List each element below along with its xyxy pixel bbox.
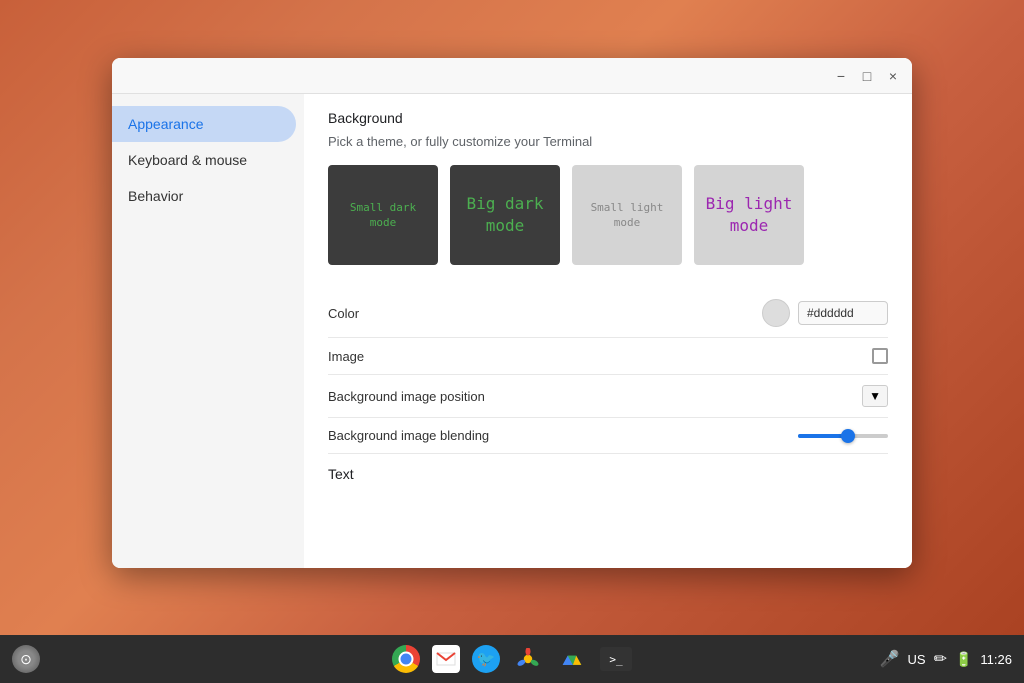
color-input[interactable] bbox=[798, 301, 888, 325]
select-arrow-icon: ▼ bbox=[869, 389, 881, 403]
theme-big-dark[interactable]: Big darkmode bbox=[450, 165, 560, 265]
maximize-button[interactable]: □ bbox=[856, 65, 878, 87]
battery-icon[interactable]: 🔋 bbox=[955, 651, 972, 668]
theme-small-light-label: Small lightmode bbox=[591, 200, 664, 231]
image-row: Image bbox=[328, 338, 888, 375]
theme-small-light[interactable]: Small lightmode bbox=[572, 165, 682, 265]
pencil-icon[interactable]: ✏ bbox=[934, 649, 947, 669]
gmail-icon[interactable] bbox=[432, 645, 460, 673]
theme-small-dark[interactable]: Small darkmode bbox=[328, 165, 438, 265]
chrome-icon[interactable] bbox=[392, 645, 420, 673]
background-section-title: Background bbox=[328, 110, 888, 126]
launcher-dot: ⊙ bbox=[20, 651, 32, 668]
blending-slider[interactable] bbox=[798, 434, 888, 438]
bg-image-position-row: Background image position ▼ bbox=[328, 375, 888, 418]
sidebar: Appearance Keyboard & mouse Behavior bbox=[112, 94, 304, 568]
image-checkbox[interactable] bbox=[872, 348, 888, 364]
slider-track bbox=[798, 434, 888, 438]
settings-window: − □ × Appearance Keyboard & mouse Behavi… bbox=[112, 58, 912, 568]
color-label: Color bbox=[328, 306, 762, 321]
clock-text: 11:26 bbox=[980, 652, 1012, 667]
theme-cards-container: Small darkmode Big darkmode Small lightm… bbox=[328, 165, 888, 265]
color-control bbox=[762, 299, 888, 327]
text-section-title: Text bbox=[328, 466, 888, 482]
bg-image-blending-row: Background image blending bbox=[328, 418, 888, 454]
bg-image-blending-control bbox=[798, 434, 888, 438]
bg-image-blending-label: Background image blending bbox=[328, 428, 798, 443]
sidebar-item-keyboard-mouse[interactable]: Keyboard & mouse bbox=[112, 142, 296, 178]
sidebar-item-appearance[interactable]: Appearance bbox=[112, 106, 296, 142]
photos-icon[interactable] bbox=[512, 643, 544, 675]
color-row: Color bbox=[328, 289, 888, 338]
sidebar-item-behavior-label: Behavior bbox=[128, 188, 183, 204]
image-control bbox=[872, 348, 888, 364]
twitter-icon[interactable]: 🐦 bbox=[472, 645, 500, 673]
content-area: Background Pick a theme, or fully custom… bbox=[304, 94, 912, 568]
sidebar-item-behavior[interactable]: Behavior bbox=[112, 178, 296, 214]
window-body: Appearance Keyboard & mouse Behavior Bac… bbox=[112, 94, 912, 568]
locale-text[interactable]: US bbox=[908, 652, 926, 667]
bg-image-position-select[interactable]: ▼ bbox=[862, 385, 888, 407]
slider-thumb[interactable] bbox=[841, 429, 855, 443]
bg-image-position-label: Background image position bbox=[328, 389, 862, 404]
terminal-label: >_ bbox=[609, 653, 622, 666]
image-label: Image bbox=[328, 349, 872, 364]
bg-image-position-control: ▼ bbox=[862, 385, 888, 407]
sidebar-item-appearance-label: Appearance bbox=[128, 116, 204, 132]
window-titlebar: − □ × bbox=[112, 58, 912, 94]
close-button[interactable]: × bbox=[882, 65, 904, 87]
taskbar-center: 🐦 >_ bbox=[392, 643, 632, 675]
theme-big-dark-label: Big darkmode bbox=[466, 193, 543, 238]
taskbar-left: ⊙ bbox=[12, 645, 40, 673]
theme-big-light[interactable]: Big lightmode bbox=[694, 165, 804, 265]
drive-icon[interactable] bbox=[556, 643, 588, 675]
twitter-bird: 🐦 bbox=[477, 650, 496, 668]
background-subtitle: Pick a theme, or fully customize your Te… bbox=[328, 134, 888, 149]
taskbar: ⊙ 🐦 bbox=[0, 635, 1024, 683]
theme-small-dark-label: Small darkmode bbox=[350, 200, 416, 231]
taskbar-right: 🎤 US ✏ 🔋 11:26 bbox=[880, 649, 1012, 669]
microphone-icon[interactable]: 🎤 bbox=[880, 649, 900, 669]
color-swatch[interactable] bbox=[762, 299, 790, 327]
terminal-icon[interactable]: >_ bbox=[600, 647, 632, 671]
sidebar-item-keyboard-label: Keyboard & mouse bbox=[128, 152, 247, 168]
minimize-button[interactable]: − bbox=[830, 65, 852, 87]
launcher-icon[interactable]: ⊙ bbox=[12, 645, 40, 673]
theme-big-light-label: Big lightmode bbox=[706, 193, 793, 238]
